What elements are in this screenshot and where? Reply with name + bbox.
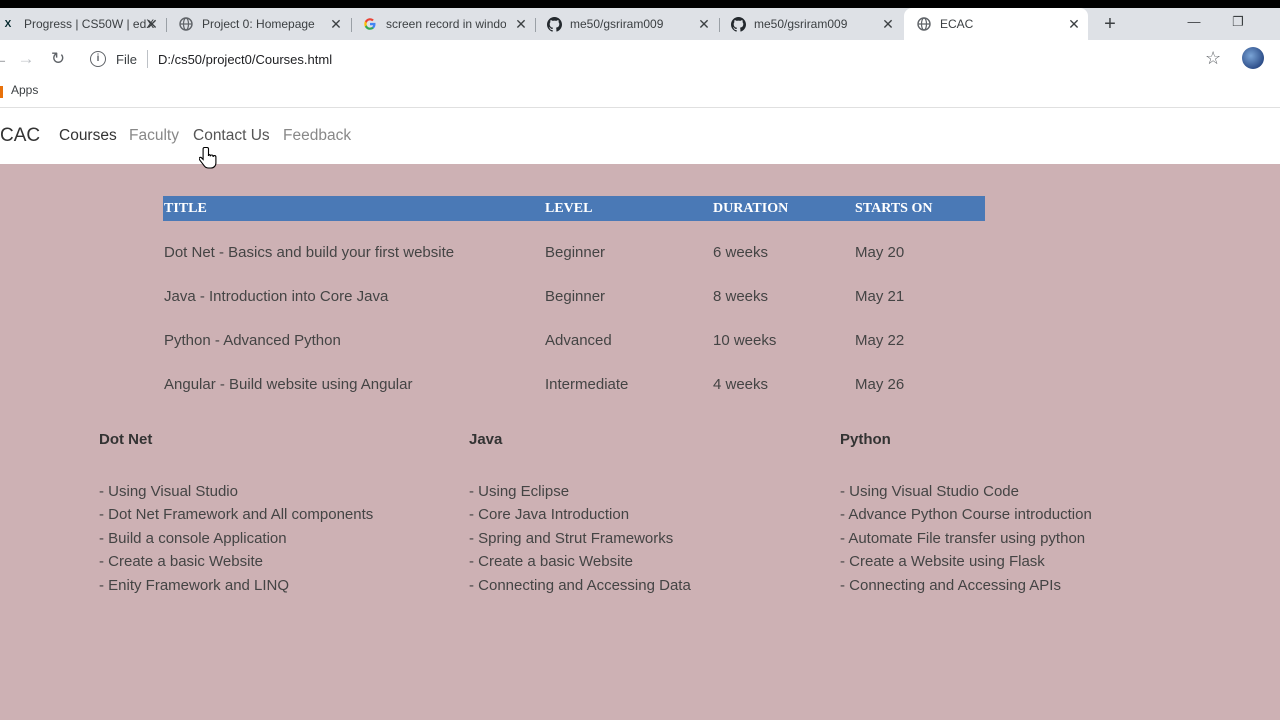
cell-starts-on: May 26 (855, 376, 905, 393)
url-text[interactable]: D:/cs50/project0/Courses.html (158, 52, 332, 67)
minimize-icon[interactable]: — (1174, 12, 1214, 36)
tab-github-1[interactable]: me50/gsriram009 ✕ (546, 8, 718, 40)
tab-title: Project 0: Homepage (202, 17, 315, 31)
tab-title: ECAC (940, 17, 974, 31)
reload-icon[interactable]: ↻ (48, 49, 68, 69)
header-duration: DURATION (713, 201, 789, 216)
tab-ecac-active[interactable]: ECAC ✕ (904, 8, 1088, 40)
forward-icon[interactable]: → (16, 49, 36, 69)
tab-github-2[interactable]: me50/gsriram009 ✕ (730, 8, 902, 40)
cell-level: Beginner (545, 244, 606, 261)
list-item: - Spring and Strut Frameworks (469, 530, 674, 547)
close-icon[interactable]: ✕ (880, 16, 896, 32)
cell-starts-on: May 22 (855, 332, 905, 349)
divider (146, 50, 148, 68)
info-icon[interactable]: i (90, 51, 106, 67)
new-tab-icon[interactable]: + (1100, 14, 1120, 34)
column-title: Java (469, 431, 503, 448)
cell-title: Python - Advanced Python (164, 332, 341, 349)
header-title: TITLE (164, 201, 207, 216)
tab-title: screen record in windo (386, 17, 506, 31)
cell-level: Intermediate (545, 376, 629, 393)
screen-top-strip (0, 0, 1280, 8)
browser-tab-bar: X Progress | CS50W | edX ✕ Project 0: Ho… (0, 8, 1280, 40)
list-item: - Build a console Application (99, 530, 287, 547)
site-navbar: CAC Courses Faculty Contact Us Feedback (0, 108, 1280, 164)
bookmarks-bar: Apps (0, 78, 1280, 108)
cell-title: Java - Introduction into Core Java (164, 288, 389, 305)
column-title: Dot Net (99, 431, 153, 448)
table-header-row: TITLE LEVEL DURATION STARTS ON (163, 196, 985, 221)
edx-icon: X (4, 18, 12, 30)
list-item: - Using Eclipse (469, 483, 570, 500)
cell-duration: 10 weeks (713, 332, 777, 349)
nav-contact-us[interactable]: Contact Us (193, 127, 270, 145)
avatar[interactable] (1242, 47, 1264, 69)
column-title: Python (840, 431, 891, 448)
list-item: - Create a basic Website (469, 553, 633, 570)
google-icon (362, 16, 378, 32)
globe-icon (178, 16, 194, 32)
close-icon[interactable]: ✕ (1066, 16, 1082, 32)
list-item: - Using Visual Studio Code (840, 483, 1019, 500)
courses-content: TITLE LEVEL DURATION STARTS ON Dot Net -… (0, 164, 1280, 720)
cell-starts-on: May 21 (855, 288, 905, 305)
list-item: - Dot Net Framework and All components (99, 506, 374, 523)
close-icon[interactable]: ✕ (696, 16, 712, 32)
list-item: - Core Java Introduction (469, 506, 630, 523)
site-brand[interactable]: CAC (0, 125, 40, 147)
close-icon[interactable]: ✕ (144, 16, 160, 32)
nav-feedback[interactable]: Feedback (283, 127, 351, 145)
github-icon (546, 16, 562, 32)
cell-starts-on: May 20 (855, 244, 905, 261)
apps-grid-icon (0, 86, 3, 98)
list-item: - Create a Website using Flask (840, 553, 1045, 570)
header-starts-on: STARTS ON (855, 201, 933, 216)
cell-level: Advanced (545, 332, 612, 349)
cell-title: Angular - Build website using Angular (164, 376, 413, 393)
back-icon[interactable]: ← (0, 49, 10, 69)
scheme-label: File (116, 51, 137, 67)
nav-courses[interactable]: Courses (59, 127, 117, 145)
list-item: - Advance Python Course introduction (840, 506, 1092, 523)
restore-icon[interactable]: ❐ (1218, 12, 1258, 36)
tab-title: me50/gsriram009 (570, 17, 664, 31)
cell-level: Beginner (545, 288, 606, 305)
list-item: - Using Visual Studio (99, 483, 238, 500)
close-icon[interactable]: ✕ (328, 16, 344, 32)
cell-duration: 8 weeks (713, 288, 769, 305)
list-item: - Connecting and Accessing Data (469, 577, 691, 594)
globe-icon (916, 16, 932, 32)
close-icon[interactable]: ✕ (513, 16, 529, 32)
tab-title: Progress | CS50W | edX (24, 17, 155, 31)
address-bar[interactable]: i File D:/cs50/project0/Courses.html (84, 44, 1240, 74)
apps-bookmark[interactable]: Apps (11, 83, 38, 97)
tab-edx-progress[interactable]: X Progress | CS50W | edX ✕ (0, 8, 166, 40)
bookmark-star-icon[interactable]: ☆ (1205, 48, 1221, 69)
cell-duration: 4 weeks (713, 376, 769, 393)
nav-faculty[interactable]: Faculty (129, 127, 179, 145)
cell-title: Dot Net - Basics and build your first we… (164, 244, 455, 261)
github-icon (730, 16, 746, 32)
list-item: - Connecting and Accessing APIs (840, 577, 1061, 594)
tab-project0-homepage[interactable]: Project 0: Homepage ✕ (178, 8, 350, 40)
cell-duration: 6 weeks (713, 244, 769, 261)
list-item: - Create a basic Website (99, 553, 263, 570)
header-level: LEVEL (545, 201, 593, 216)
tab-title: me50/gsriram009 (754, 17, 848, 31)
tab-google-search[interactable]: screen record in windo ✕ (362, 8, 535, 40)
list-item: - Enity Framework and LINQ (99, 577, 290, 594)
browser-toolbar: ← → ↻ i File D:/cs50/project0/Courses.ht… (0, 40, 1280, 78)
list-item: - Automate File transfer using python (840, 530, 1086, 547)
